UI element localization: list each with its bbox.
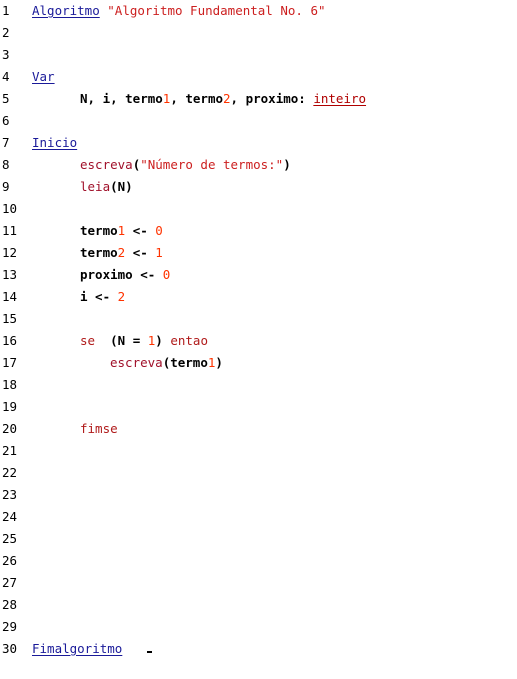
function-escreva: escreva xyxy=(80,157,133,172)
assigned-value: 2 xyxy=(117,289,126,304)
code-line-14[interactable]: i <- 2 xyxy=(80,286,125,308)
var-list: N, i, termo xyxy=(80,91,163,106)
line-number: 4 xyxy=(2,69,10,84)
keyword-var: Var xyxy=(32,69,55,84)
function-escreva: escreva xyxy=(110,355,163,370)
code-line-1[interactable]: Algoritmo "Algoritmo Fundamental No. 6" xyxy=(32,0,326,22)
line-number: 23 xyxy=(2,487,18,502)
line-number: 20 xyxy=(2,421,18,436)
code-line-17[interactable]: escreva(termo1) xyxy=(110,352,223,374)
var-termo: termo xyxy=(80,245,118,260)
line-number: 21 xyxy=(2,443,18,458)
line-number: 1 xyxy=(2,3,10,18)
paren-close: ) xyxy=(215,355,223,370)
line-number: 15 xyxy=(2,311,18,326)
keyword-fimalgoritmo: Fimalgoritmo xyxy=(32,641,123,656)
assign-op: <- xyxy=(87,289,118,304)
code-line-13[interactable]: proximo <- 0 xyxy=(80,264,170,286)
condition-open: (N = xyxy=(95,333,148,348)
line-number: 16 xyxy=(2,333,18,348)
line-number: 27 xyxy=(2,575,18,590)
assigned-value: 1 xyxy=(155,245,163,260)
code-line-20[interactable]: fimse xyxy=(80,418,118,440)
line-number: 6 xyxy=(2,113,10,128)
text-cursor xyxy=(147,651,152,653)
assigned-value: 0 xyxy=(155,223,163,238)
keyword-inicio: Inicio xyxy=(32,135,78,150)
line-number: 5 xyxy=(2,91,10,106)
code-line-30[interactable]: Fimalgoritmo xyxy=(32,638,122,660)
assign-op: <- xyxy=(125,245,156,260)
line-number: 13 xyxy=(2,267,18,282)
line-number: 18 xyxy=(2,377,18,392)
paren-close: ) xyxy=(283,157,291,172)
code-editor[interactable]: 1 2 3 4 5 6 7 8 9 10 11 12 13 14 15 16 1… xyxy=(0,0,517,679)
line-number: 10 xyxy=(2,201,18,216)
line-number: 19 xyxy=(2,399,18,414)
type-inteiro: inteiro xyxy=(313,91,367,106)
code-line-11[interactable]: termo1 <- 0 xyxy=(80,220,163,242)
line-number: 28 xyxy=(2,597,18,612)
code-line-5[interactable]: N, i, termo1, termo2, proximo: inteiro xyxy=(80,88,366,110)
line-number: 30 xyxy=(2,641,18,656)
digit: 2 xyxy=(223,91,231,106)
line-number: 17 xyxy=(2,355,18,370)
line-number: 24 xyxy=(2,509,18,524)
code-line-12[interactable]: termo2 <- 1 xyxy=(80,242,163,264)
line-number: 29 xyxy=(2,619,18,634)
program-name-string: "Algoritmo Fundamental No. 6" xyxy=(107,3,326,18)
line-number: 22 xyxy=(2,465,18,480)
assign-op: <- xyxy=(125,223,156,238)
line-number: 7 xyxy=(2,135,10,150)
line-number: 26 xyxy=(2,553,18,568)
assigned-value: 0 xyxy=(162,267,171,282)
leia-args: (N) xyxy=(110,179,133,194)
line-number: 9 xyxy=(2,179,10,194)
keyword-entao: entao xyxy=(162,333,208,348)
line-number: 3 xyxy=(2,47,10,62)
line-number: 12 xyxy=(2,245,18,260)
condition-close: ) xyxy=(155,333,163,348)
assign-op: <- xyxy=(132,267,163,282)
line-number: 25 xyxy=(2,531,18,546)
code-line-16[interactable]: se (N = 1) entao xyxy=(80,330,208,352)
var-list-mid: , termo xyxy=(170,91,224,106)
code-line-8[interactable]: escreva("Número de termos:") xyxy=(80,154,291,176)
code-line-9[interactable]: leia(N) xyxy=(80,176,133,198)
escreva-args: (termo xyxy=(162,355,208,370)
line-number: 8 xyxy=(2,157,10,172)
function-leia: leia xyxy=(80,179,111,194)
var-i: i xyxy=(80,289,88,304)
code-line-7[interactable]: Inicio xyxy=(32,132,77,154)
line-number: 2 xyxy=(2,25,10,40)
code-line-4[interactable]: Var xyxy=(32,66,55,88)
var-list-rest: , proximo: xyxy=(230,91,314,106)
prompt-string: "Número de termos:" xyxy=(140,157,284,172)
var-termo: termo xyxy=(80,223,118,238)
keyword-fimse: fimse xyxy=(80,421,118,436)
var-proximo: proximo xyxy=(80,267,133,282)
keyword-se: se xyxy=(80,333,96,348)
line-number: 11 xyxy=(2,223,18,238)
keyword-algoritmo: Algoritmo xyxy=(32,3,100,18)
line-number: 14 xyxy=(2,289,18,304)
